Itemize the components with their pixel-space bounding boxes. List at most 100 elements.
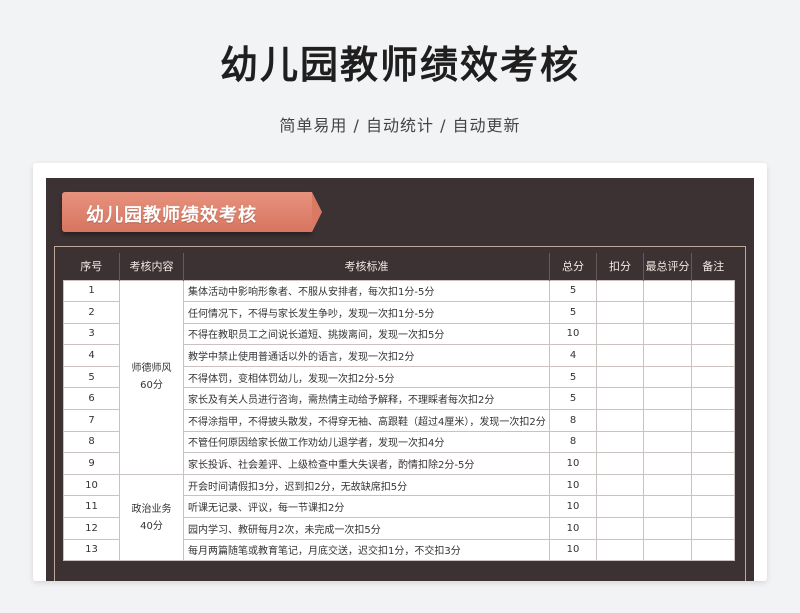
row-no: 8 <box>63 430 120 454</box>
row-standard: 不得体罚，变相体罚幼儿，发现一次扣2分-5分 <box>183 365 550 389</box>
row-deduction[interactable] <box>596 322 644 346</box>
row-total: 5 <box>549 301 597 324</box>
category-cell: 师德师风 60分 <box>119 279 184 475</box>
row-no: 7 <box>63 409 120 432</box>
category-points: 60分 <box>140 380 163 392</box>
row-notes[interactable] <box>691 322 735 346</box>
row-no: 6 <box>63 387 120 411</box>
preview-card: 幼儿园教师绩效考核 序号 考核内容 考核标准 总分 扣分 最总评分 备注 1 师… <box>33 163 767 581</box>
row-no: 1 <box>63 279 120 303</box>
row-deduction[interactable] <box>596 387 644 411</box>
row-no: 4 <box>63 344 120 367</box>
row-no: 2 <box>63 301 120 324</box>
row-no: 13 <box>63 538 120 562</box>
spreadsheet-preview: 幼儿园教师绩效考核 序号 考核内容 考核标准 总分 扣分 最总评分 备注 1 师… <box>46 178 754 581</box>
row-final-score[interactable] <box>643 517 692 540</box>
row-deduction[interactable] <box>596 301 644 324</box>
row-notes[interactable] <box>691 430 735 454</box>
row-total: 4 <box>549 344 597 367</box>
row-total: 8 <box>549 430 597 454</box>
row-standard: 开会时间请假扣3分，迟到扣2分，无故缺席扣5分 <box>183 473 550 497</box>
row-standard: 不管任何原因给家长做工作劝幼儿退学者，发现一次扣4分 <box>183 430 550 454</box>
column-header-notes: 备注 <box>691 253 735 280</box>
row-no: 3 <box>63 322 120 346</box>
row-notes[interactable] <box>691 365 735 389</box>
row-notes[interactable] <box>691 473 735 497</box>
row-final-score[interactable] <box>643 409 692 432</box>
row-standard: 不得在教职员工之间说长道短、挑拨离间，发现一次扣5分 <box>183 322 550 346</box>
category-points: 40分 <box>140 520 163 532</box>
page-subtitle: 简单易用 / 自动统计 / 自动更新 <box>279 116 521 135</box>
column-header-deduction: 扣分 <box>596 253 644 280</box>
row-no: 12 <box>63 517 120 540</box>
row-deduction[interactable] <box>596 409 644 432</box>
table-header-row: 序号 考核内容 考核标准 总分 扣分 最总评分 备注 <box>63 253 735 280</box>
column-header-final-score: 最总评分 <box>643 253 692 280</box>
column-header-no: 序号 <box>63 253 120 280</box>
row-total: 8 <box>549 409 597 432</box>
sheet-title: 幼儿园教师绩效考核 <box>86 205 257 226</box>
row-no: 10 <box>63 473 120 497</box>
row-deduction[interactable] <box>596 517 644 540</box>
row-final-score[interactable] <box>643 538 692 562</box>
row-final-score[interactable] <box>643 430 692 454</box>
row-notes[interactable] <box>691 387 735 411</box>
row-total: 10 <box>549 452 597 475</box>
row-deduction[interactable] <box>596 344 644 367</box>
row-standard: 教学中禁止使用普通话以外的语言，发现一次扣2分 <box>183 344 550 367</box>
column-header-standard: 考核标准 <box>183 253 550 280</box>
row-total: 5 <box>549 279 597 303</box>
column-header-total: 总分 <box>549 253 597 280</box>
row-total: 10 <box>549 495 597 519</box>
row-final-score[interactable] <box>643 473 692 497</box>
row-standard: 家长投诉、社会差评、上级检查中重大失误者，酌情扣除2分-5分 <box>183 452 550 475</box>
column-header-category: 考核内容 <box>119 253 184 280</box>
row-standard: 每月两篇随笔或教育笔记，月底交送，迟交扣1分，不交扣3分 <box>183 538 550 562</box>
row-total: 10 <box>549 538 597 562</box>
assessment-table: 序号 考核内容 考核标准 总分 扣分 最总评分 备注 1 师德师风 60分 集体… <box>63 253 735 562</box>
row-notes[interactable] <box>691 538 735 562</box>
row-total: 5 <box>549 365 597 389</box>
row-total: 5 <box>549 387 597 411</box>
row-standard: 集体活动中影响形象者、不服从安排者，每次扣1分-5分 <box>183 279 550 303</box>
row-notes[interactable] <box>691 279 735 303</box>
row-standard: 任何情况下，不得与家长发生争吵，发现一次扣1分-5分 <box>183 301 550 324</box>
row-total: 10 <box>549 517 597 540</box>
row-no: 11 <box>63 495 120 519</box>
row-deduction[interactable] <box>596 473 644 497</box>
row-deduction[interactable] <box>596 365 644 389</box>
row-notes[interactable] <box>691 517 735 540</box>
row-final-score[interactable] <box>643 322 692 346</box>
page-title: 幼儿园教师绩效考核 <box>219 43 580 87</box>
table-row: 10 政治业务 40分 开会时间请假扣3分，迟到扣2分，无故缺席扣5分 10 <box>63 473 735 562</box>
row-final-score[interactable] <box>643 495 692 519</box>
row-notes[interactable] <box>691 409 735 432</box>
row-no: 9 <box>63 452 120 475</box>
row-deduction[interactable] <box>596 495 644 519</box>
sheet-banner: 幼儿园教师绩效考核 <box>62 192 322 232</box>
row-total: 10 <box>549 322 597 346</box>
category-cell: 政治业务 40分 <box>119 473 184 562</box>
row-deduction[interactable] <box>596 452 644 475</box>
row-no: 5 <box>63 365 120 389</box>
row-final-score[interactable] <box>643 452 692 475</box>
row-final-score[interactable] <box>643 387 692 411</box>
row-standard: 听课无记录、评议，每一节课扣2分 <box>183 495 550 519</box>
row-standard: 不得涂指甲，不得披头散发，不得穿无袖、高跟鞋（超过4厘米），发现一次扣2分 <box>183 409 550 432</box>
row-deduction[interactable] <box>596 279 644 303</box>
row-notes[interactable] <box>691 301 735 324</box>
row-final-score[interactable] <box>643 301 692 324</box>
category-name: 政治业务 <box>131 503 172 515</box>
row-final-score[interactable] <box>643 279 692 303</box>
row-standard: 家长及有关人员进行咨询，需热情主动给予解释，不理睬者每次扣2分 <box>183 387 550 411</box>
row-final-score[interactable] <box>643 344 692 367</box>
row-final-score[interactable] <box>643 365 692 389</box>
row-standard: 园内学习、教研每月2次，未完成一次扣5分 <box>183 517 550 540</box>
row-notes[interactable] <box>691 495 735 519</box>
row-notes[interactable] <box>691 344 735 367</box>
row-notes[interactable] <box>691 452 735 475</box>
row-total: 10 <box>549 473 597 497</box>
row-deduction[interactable] <box>596 430 644 454</box>
category-name: 师德师风 <box>131 363 172 375</box>
row-deduction[interactable] <box>596 538 644 562</box>
